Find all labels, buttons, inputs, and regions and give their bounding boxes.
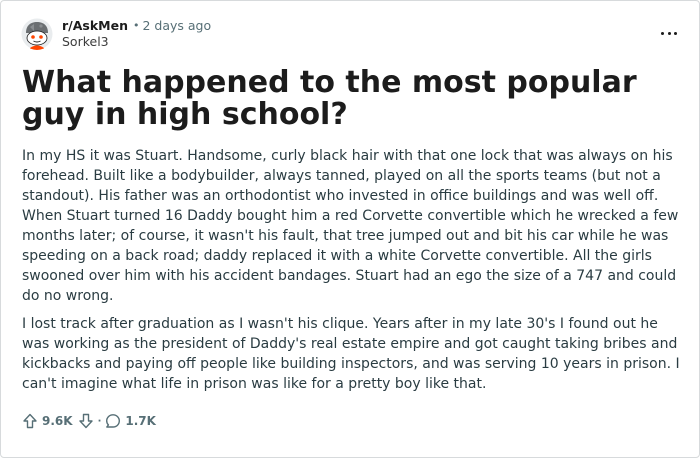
more-dot <box>674 31 677 35</box>
action-separator: · <box>97 415 102 427</box>
post-header: r/AskMen • 2 days ago Sorkel3 <box>21 17 211 51</box>
downvote-arrow-icon <box>78 413 93 429</box>
comments-button[interactable]: 1.7K <box>105 413 156 429</box>
post-timestamp: 2 days ago <box>142 18 212 33</box>
snoo-avatar-icon[interactable] <box>21 18 53 50</box>
post-actions: 9.6K · 1.7K <box>22 411 156 431</box>
post-paragraph: I lost track after graduation as I wasn'… <box>22 316 680 392</box>
more-dot <box>661 31 664 35</box>
post-title: What happened to the most popular guy in… <box>22 65 637 132</box>
upvote-count: 9.6K <box>42 414 73 428</box>
meta-separator: • <box>132 19 140 32</box>
upvote-button[interactable]: 9.6K <box>22 413 73 429</box>
meta-top-row: r/AskMen • 2 days ago <box>62 18 211 34</box>
more-options-icon[interactable] <box>661 25 677 41</box>
comment-bubble-icon <box>106 414 121 428</box>
downvote-button[interactable] <box>78 413 94 429</box>
author-link[interactable]: Sorkel3 <box>62 34 211 50</box>
more-dot <box>667 31 671 35</box>
subreddit-link[interactable]: r/AskMen <box>62 18 128 34</box>
post-meta: r/AskMen • 2 days ago Sorkel3 <box>62 18 211 50</box>
comment-count: 1.7K <box>125 414 156 428</box>
post-paragraph: In my HS it was Stuart. Handsome, curly … <box>22 148 679 304</box>
upvote-arrow-icon <box>23 413 37 429</box>
post-card: r/AskMen • 2 days ago Sorkel3 What happe… <box>0 0 700 458</box>
post-body: In my HS it was Stuart. Handsome, curly … <box>22 146 687 402</box>
